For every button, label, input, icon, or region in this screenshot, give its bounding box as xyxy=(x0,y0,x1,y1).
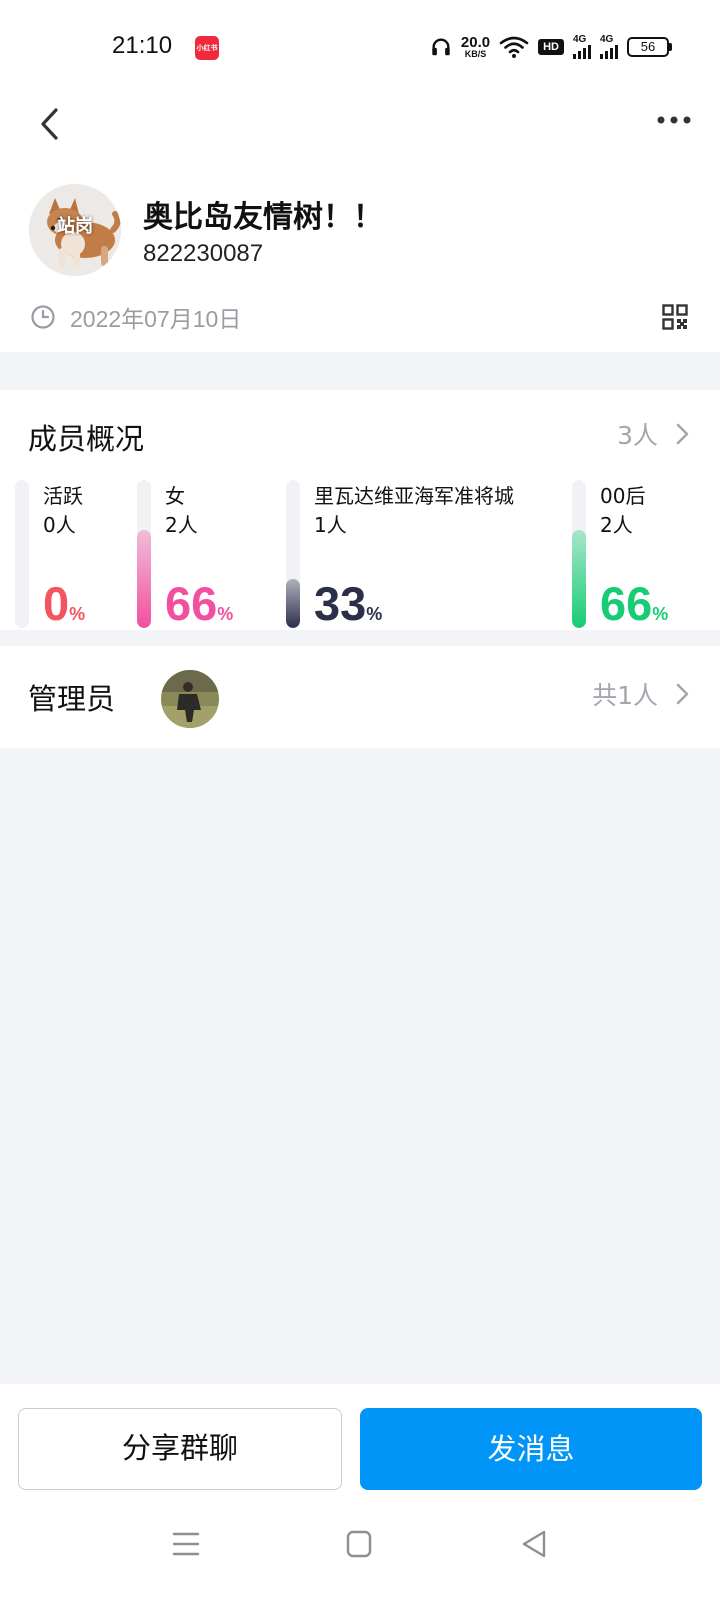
network-speed-unit: KB/S xyxy=(464,49,487,59)
system-nav-bar xyxy=(0,1510,720,1600)
hd-icon: HD xyxy=(538,39,564,55)
member-stats: 活跃 0人 0% 女 2人 66% 里瓦达维亚海军准将城 1人 33% 00后 … xyxy=(0,478,720,630)
stat-bar-fill xyxy=(286,579,300,628)
back-triangle-icon xyxy=(522,1530,546,1558)
more-button[interactable] xyxy=(652,108,696,132)
send-message-button[interactable]: 发消息 xyxy=(360,1408,702,1490)
admin-photo-image xyxy=(161,670,219,728)
qr-code-button[interactable] xyxy=(662,304,688,330)
admin-avatar[interactable] xyxy=(161,670,219,728)
group-avatar[interactable]: 站岗 xyxy=(29,184,121,276)
stat-bar-track xyxy=(137,480,151,628)
group-profile: 站岗 奥比岛友情树！！ 822230087 2022年07月10日 xyxy=(0,176,720,352)
stat-percent-value: 33 xyxy=(314,577,367,630)
top-bar xyxy=(0,96,720,176)
members-title: 成员概况 xyxy=(28,422,145,456)
stat-percent-value: 0 xyxy=(43,577,70,630)
chevron-right-icon xyxy=(676,423,689,445)
chevron-right-icon xyxy=(676,683,689,705)
admins-row[interactable]: 管理员 共1人 xyxy=(0,646,720,748)
stat-label: 00后 xyxy=(600,484,646,508)
admins-link[interactable]: 共1人 xyxy=(592,676,690,712)
headphones-icon xyxy=(432,38,450,56)
stat-count: 2人 xyxy=(600,513,633,537)
home-icon xyxy=(346,1530,372,1558)
clock-icon xyxy=(31,305,55,329)
stat-percent-sign: % xyxy=(69,604,86,624)
stat-percent-value: 66 xyxy=(165,577,218,630)
battery-level: 56 xyxy=(627,37,669,57)
group-id: 822230087 xyxy=(143,240,264,267)
xiaohongshu-badge-icon: 小红书 xyxy=(195,36,219,60)
home-button[interactable] xyxy=(337,1524,381,1564)
avatar-caption: 站岗 xyxy=(57,216,93,237)
created-date: 2022年07月10日 xyxy=(70,306,242,332)
members-overview: 成员概况 3人 活跃 0人 0% 女 2人 66% 里瓦达维亚海军准将城 1人 … xyxy=(0,390,720,630)
stat-count: 0人 xyxy=(43,513,76,537)
stat-percent-value: 66 xyxy=(600,577,653,630)
group-name: 奥比岛友情树！！ xyxy=(143,200,383,235)
admins-title: 管理员 xyxy=(28,682,116,716)
status-bar: 21:10 小红书 20.0 KB/S HD 4G 4G 56 xyxy=(0,0,720,96)
members-link[interactable]: 3人 xyxy=(617,416,690,452)
more-horizontal-icon xyxy=(657,116,691,124)
stat-label: 活跃 xyxy=(43,484,83,508)
stat-label: 女 xyxy=(165,484,185,508)
stat-percent: 33% xyxy=(314,576,382,630)
recents-button[interactable] xyxy=(164,1524,208,1564)
network-speed-value: 20.0 xyxy=(460,34,491,51)
back-button[interactable] xyxy=(30,100,70,148)
network-type-label: 4G xyxy=(600,34,614,45)
stat-percent: 0% xyxy=(43,576,85,630)
network-speed: 20.0 KB/S xyxy=(461,35,490,59)
qr-code-icon xyxy=(662,304,688,330)
stat-percent-sign: % xyxy=(652,604,669,624)
status-icons: 20.0 KB/S HD 4G 4G 56 xyxy=(430,30,672,64)
network-type-label: 4G xyxy=(573,34,587,45)
admins-count: 共1人 xyxy=(592,681,658,710)
battery-icon: 56 xyxy=(627,37,672,57)
signal-icon: 4G xyxy=(573,35,591,59)
created-date-row: 2022年07月10日 xyxy=(30,300,241,334)
menu-icon xyxy=(172,1532,200,1556)
stat-bar-fill xyxy=(572,530,586,628)
stat-percent-sign: % xyxy=(217,604,234,624)
stat-bar-track xyxy=(572,480,586,628)
stat-count: 2人 xyxy=(165,513,198,537)
stat-bar-fill xyxy=(137,530,151,628)
stat-percent-sign: % xyxy=(366,604,383,624)
chevron-left-icon xyxy=(41,108,58,140)
stat-percent: 66% xyxy=(600,576,668,630)
wifi-icon xyxy=(499,36,529,58)
members-count: 3人 xyxy=(617,421,658,450)
stat-bar-track xyxy=(15,480,29,628)
stat-label: 里瓦达维亚海军准将城 xyxy=(314,484,514,508)
stat-percent: 66% xyxy=(165,576,233,630)
share-group-button[interactable]: 分享群聊 xyxy=(18,1408,342,1490)
signal-icon: 4G xyxy=(600,35,618,59)
stat-count: 1人 xyxy=(314,513,347,537)
status-time: 21:10 xyxy=(112,32,173,59)
system-back-button[interactable] xyxy=(512,1524,556,1564)
stat-bar-track xyxy=(286,480,300,628)
